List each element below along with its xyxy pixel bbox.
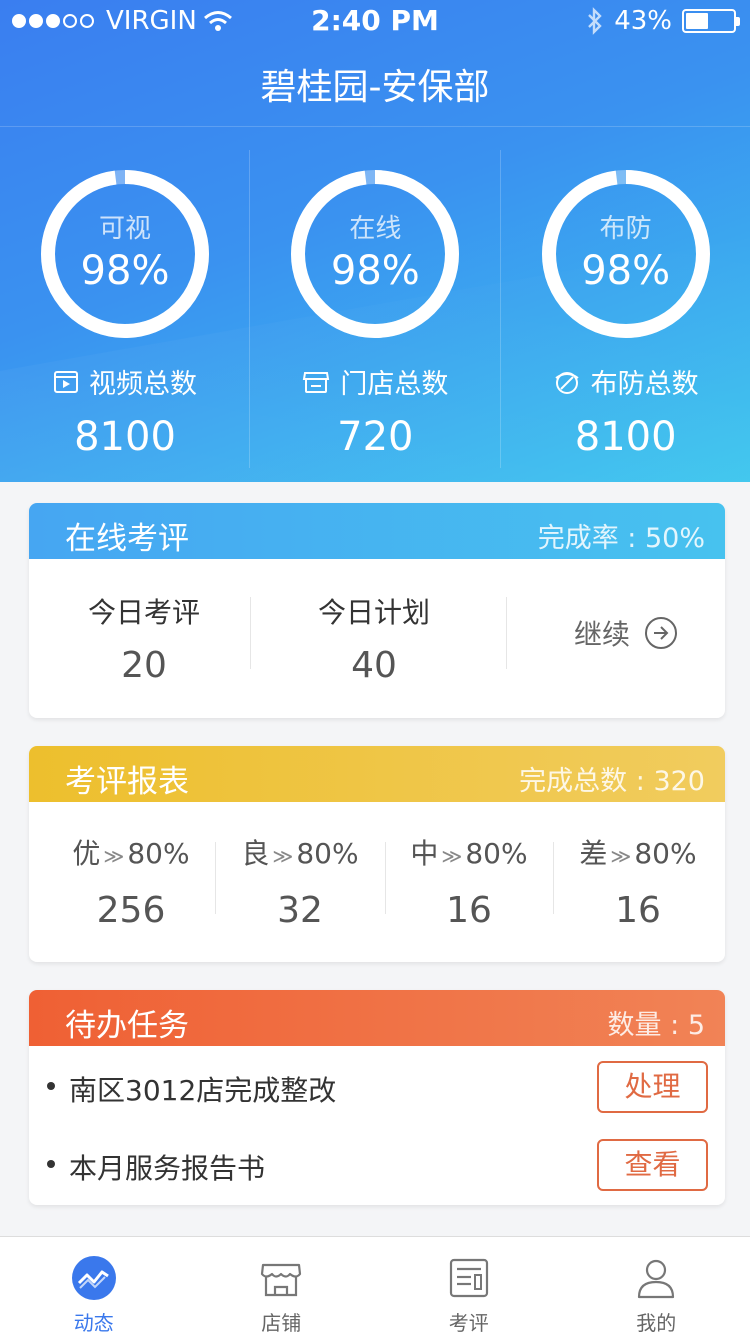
page-title: 碧桂园-安保部	[260, 67, 490, 108]
tab-evaluation[interactable]: 考评	[375, 1237, 563, 1334]
tab-label: 店铺	[261, 1311, 302, 1334]
grade-sep: ≫	[272, 844, 294, 868]
report-icon	[449, 1258, 488, 1298]
continue-button[interactable]: 继续	[574, 613, 678, 653]
stats-row: 可视 98% 视频总数 8100 在线 98% 门店总数 720 布防 98% …	[0, 150, 750, 468]
grade-name: 良	[241, 837, 270, 870]
battery-icon	[682, 9, 740, 33]
progress-ring: 布防 98%	[541, 170, 710, 338]
completion-rate-value: 50%	[644, 523, 705, 554]
completion-total: 完成总数 : 320	[519, 766, 705, 797]
task-count: 数量 : 5	[607, 1010, 705, 1041]
tab-shops[interactable]: 店铺	[188, 1237, 376, 1334]
today-eval-label: 今日考评	[87, 596, 200, 629]
today-eval[interactable]: 今日考评 20	[29, 559, 259, 718]
arrow-right-circle-icon	[645, 617, 678, 649]
grade-sep: ≫	[441, 844, 463, 868]
task-item[interactable]: 南区3012店完成整改 处理	[29, 1052, 725, 1122]
grade-count: 256	[96, 890, 166, 931]
tab-mine[interactable]: 我的	[563, 1237, 750, 1334]
online-eval-card: 在线考评 完成率 : 50% 今日考评 20 今日计划 40 继续	[29, 503, 725, 718]
tab-dynamics[interactable]: 动态	[0, 1237, 188, 1334]
tab-label: 动态	[73, 1311, 114, 1334]
ring-label: 布防	[599, 214, 652, 244]
card-title: 考评报表	[65, 764, 189, 800]
today-plan-label: 今日计划	[317, 596, 430, 629]
stat-defense[interactable]: 布防 98% 布防总数 8100	[499, 150, 750, 468]
task-count-value: 5	[687, 1010, 705, 1041]
stat-video[interactable]: 可视 98% 视频总数 8100	[0, 150, 249, 468]
progress-ring: 在线 98%	[291, 170, 460, 338]
card-header: 考评报表 完成总数 : 320	[29, 746, 725, 802]
grade-pct: 80%	[465, 837, 528, 870]
grade-poor[interactable]: 差 ≫ 80% 16	[553, 802, 723, 931]
grade-pct: 80%	[634, 837, 697, 870]
divider	[0, 126, 750, 127]
grade-sep: ≫	[610, 844, 632, 868]
grade-count: 16	[615, 890, 661, 931]
continue-label: 继续	[574, 618, 631, 651]
trend-icon	[71, 1256, 116, 1300]
bullet-icon	[47, 1082, 55, 1090]
completion-total-label: 完成总数	[519, 766, 628, 797]
today-eval-value: 20	[121, 645, 167, 686]
card-header: 待办任务 数量 : 5	[29, 990, 725, 1046]
today-plan-value: 40	[351, 645, 397, 686]
grade-name: 优	[72, 837, 101, 870]
user-icon	[638, 1259, 675, 1299]
ring-percent: 98%	[330, 248, 420, 294]
grade-pct: 80%	[127, 837, 190, 870]
shop-icon	[261, 1263, 302, 1297]
card-header: 在线考评 完成率 : 50%	[29, 503, 725, 559]
grade-pct: 80%	[296, 837, 359, 870]
grade-sep: ≫	[103, 844, 125, 868]
ring-percent: 98%	[80, 248, 170, 294]
tasks-card: 待办任务 数量 : 5 南区3012店完成整改 处理 本月服务报告书 查看	[29, 990, 725, 1205]
store-icon	[303, 371, 330, 393]
grade-name: 中	[410, 837, 439, 870]
completion-rate: 完成率 : 50%	[537, 523, 705, 554]
shield-icon	[555, 371, 579, 394]
ring-label: 可视	[98, 214, 151, 244]
today-plan[interactable]: 今日计划 40	[259, 559, 489, 686]
stat-label: 门店总数	[340, 369, 449, 400]
grade-name: 差	[579, 837, 608, 870]
divider	[250, 597, 251, 669]
task-text: 本月服务报告书	[69, 1152, 266, 1185]
progress-ring: 可视 98%	[41, 170, 209, 338]
task-text: 南区3012店完成整改	[69, 1074, 337, 1107]
completion-rate-label: 完成率	[537, 523, 619, 554]
header-panel: VIRGIN 2:40 PM 43% 碧桂园-安保部 可视 98% 视频总数 8…	[0, 0, 750, 482]
status-bar: VIRGIN 2:40 PM 43%	[0, 0, 750, 40]
stat-label: 视频总数	[89, 369, 197, 400]
tab-bar: 动态 店铺 考评 我的	[0, 1236, 750, 1334]
divider	[506, 597, 507, 669]
stat-total: 8100	[74, 414, 176, 460]
grade-good[interactable]: 良 ≫ 80% 32	[215, 802, 385, 931]
battery-percent: 43%	[614, 6, 672, 36]
eval-report-card: 考评报表 完成总数 : 320 优 ≫ 80% 256 良 ≫ 80% 32 中 ≫ 80%…	[29, 746, 725, 962]
video-icon	[54, 370, 78, 393]
view-button[interactable]: 查看	[597, 1139, 708, 1191]
bluetooth-icon	[588, 7, 602, 35]
grade-count: 16	[446, 890, 492, 931]
grade-count: 32	[277, 890, 323, 931]
grade-excellent[interactable]: 优 ≫ 80% 256	[46, 802, 216, 931]
tab-label: 我的	[636, 1311, 677, 1334]
task-item[interactable]: 本月服务报告书 查看	[29, 1130, 725, 1200]
stat-total: 720	[337, 414, 414, 460]
ring-percent: 98%	[581, 248, 671, 294]
card-title: 待办任务	[65, 1008, 189, 1044]
process-button[interactable]: 处理	[597, 1061, 708, 1113]
completion-total-value: 320	[653, 766, 705, 797]
stat-store[interactable]: 在线 98% 门店总数 720	[249, 150, 499, 468]
grade-medium[interactable]: 中 ≫ 80% 16	[384, 802, 554, 931]
ring-label: 在线	[349, 214, 402, 244]
stat-total: 8100	[574, 414, 677, 460]
stat-label: 布防总数	[590, 369, 699, 400]
bullet-icon	[47, 1160, 55, 1168]
card-title: 在线考评	[65, 521, 189, 557]
task-count-label: 数量	[607, 1010, 662, 1041]
tab-label: 考评	[448, 1311, 489, 1334]
